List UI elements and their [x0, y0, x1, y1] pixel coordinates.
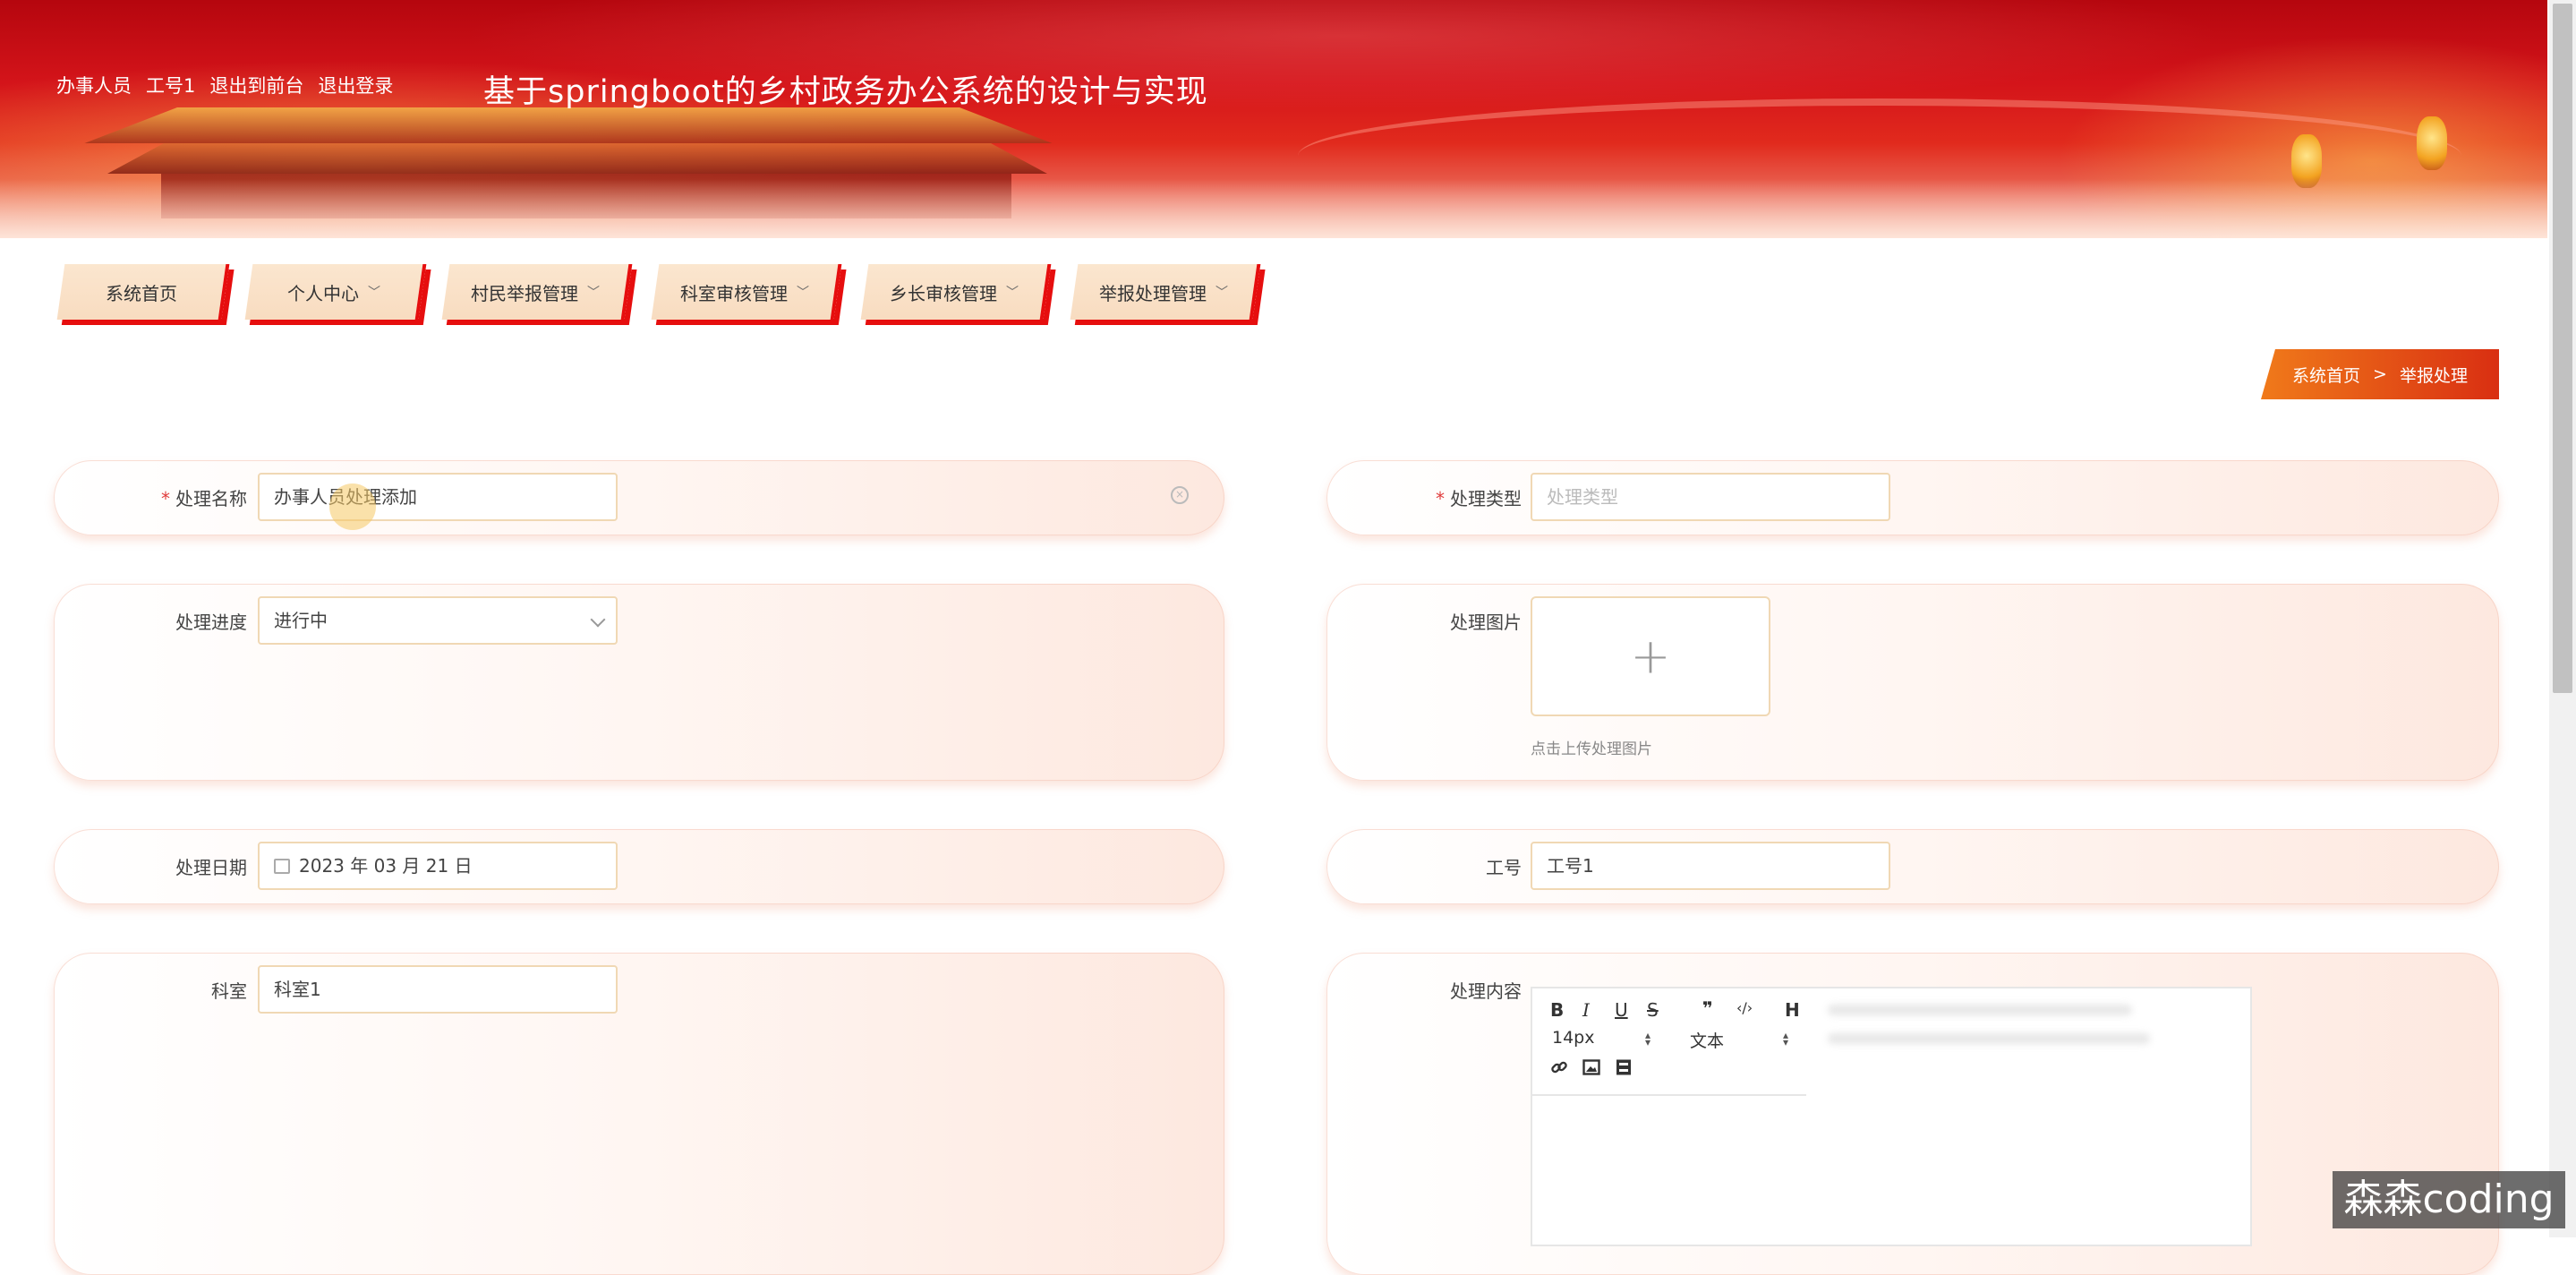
- name-label: * 处理名称: [161, 488, 247, 509]
- chevron-down-icon: ﹀: [1006, 286, 1019, 300]
- nav-item-villager-report[interactable]: 村民举报管理 ﹀: [441, 264, 633, 320]
- logout-link[interactable]: 退出登录: [318, 75, 393, 97]
- bold-button[interactable]: B: [1550, 999, 1564, 1021]
- clear-icon[interactable]: ×: [1171, 486, 1189, 504]
- chevron-down-icon: ﹀: [587, 286, 600, 300]
- progress-select[interactable]: 进行中: [258, 596, 618, 645]
- nav-item-report-handling[interactable]: 举报处理管理 ﹀: [1070, 264, 1261, 320]
- nav-label: 村民举报管理: [471, 282, 578, 304]
- date-label: 处理日期: [175, 857, 247, 878]
- name-input[interactable]: 办事人员处理添加: [258, 473, 618, 521]
- chevron-down-icon: ﹀: [368, 286, 380, 300]
- breadcrumb-current: 举报处理: [2399, 365, 2468, 386]
- back-to-front-link[interactable]: 退出到前台: [209, 75, 303, 97]
- department-label: 科室: [211, 980, 247, 1002]
- image-label: 处理图片: [1450, 612, 1522, 633]
- chevron-down-icon: ﹀: [797, 286, 809, 300]
- type-input[interactable]: 处理类型: [1531, 473, 1890, 521]
- nav-label: 系统首页: [106, 282, 177, 304]
- user-name: 工号1: [146, 75, 196, 97]
- nav-item-home[interactable]: 系统首页: [56, 264, 230, 320]
- breadcrumb-separator: >: [2373, 364, 2387, 384]
- progress-label: 处理进度: [175, 612, 247, 633]
- font-size-select[interactable]: 14px ▴ ▾: [1552, 1028, 1651, 1048]
- code-block-button[interactable]: ‹/›: [1736, 999, 1753, 1016]
- job-no-label: 工号: [1486, 857, 1522, 878]
- content-label: 处理内容: [1450, 980, 1522, 1002]
- nav-label: 科室审核管理: [680, 282, 788, 304]
- strike-button[interactable]: S: [1647, 999, 1659, 1021]
- image-upload-hint: 点击上传处理图片: [1531, 740, 1652, 758]
- gate-tower-roof: [84, 107, 1053, 143]
- underline-button[interactable]: U: [1615, 999, 1628, 1021]
- nav-item-dept-review[interactable]: 科室审核管理 ﹀: [651, 264, 842, 320]
- blurred-toolbar-row: [1828, 1005, 2132, 1015]
- toolbar-divider: [1532, 1094, 1806, 1096]
- video-icon[interactable]: [1615, 1058, 1633, 1081]
- progress-value: 进行中: [274, 610, 328, 631]
- text-style-select[interactable]: 文本 ▴ ▾: [1690, 1028, 1788, 1052]
- gate-tower-roof-lower: [107, 143, 1047, 174]
- image-icon[interactable]: [1582, 1058, 1600, 1081]
- header-banner: [0, 0, 2547, 238]
- nav-label: 个人中心: [287, 282, 359, 304]
- breadcrumb-home[interactable]: 系统首页: [2292, 363, 2360, 387]
- image-upload-button[interactable]: +: [1531, 596, 1770, 716]
- job-no-input[interactable]: 工号1: [1531, 842, 1890, 890]
- italic-button[interactable]: I: [1582, 999, 1590, 1021]
- calendar-icon: [274, 859, 290, 874]
- lantern-icon: [2417, 116, 2447, 170]
- nav-label: 乡长审核管理: [890, 282, 997, 304]
- date-value: 2023 年 03 月 21 日: [299, 855, 473, 877]
- breadcrumb: 系统首页 > 举报处理: [2261, 349, 2499, 399]
- date-picker[interactable]: 2023 年 03 月 21 日: [258, 842, 618, 890]
- type-label: * 处理类型: [1436, 488, 1522, 509]
- rich-text-editor: B I U S ❞ ‹/› H 14px ▴ ▾ 文本 ▴ ▾: [1531, 987, 2252, 1246]
- department-input[interactable]: 科室1: [258, 965, 618, 1014]
- nav-label: 举报处理管理: [1099, 282, 1207, 304]
- mouse-cursor-highlight: [329, 483, 376, 530]
- page-scrollbar[interactable]: [2553, 4, 2572, 693]
- nav-item-township-review[interactable]: 乡长审核管理 ﹀: [860, 264, 1052, 320]
- select-arrows-icon: ▴ ▾: [1644, 1029, 1651, 1048]
- site-title: 基于springboot的乡村政务办公系统的设计与实现: [483, 74, 1208, 110]
- video-watermark: 森森coding: [2333, 1171, 2565, 1228]
- user-bar: 办事人员 工号1 退出到前台 退出登录: [56, 72, 407, 98]
- banner-fade: [0, 179, 2547, 238]
- link-icon[interactable]: [1550, 1058, 1568, 1081]
- blockquote-button[interactable]: ❞: [1702, 997, 1713, 1019]
- header-button[interactable]: H: [1785, 999, 1800, 1021]
- user-role: 办事人员: [56, 75, 132, 97]
- select-arrows-icon: ▴ ▾: [1782, 1029, 1788, 1048]
- blurred-toolbar-row: [1828, 1033, 2150, 1044]
- plus-icon: +: [1630, 628, 1671, 685]
- chevron-down-icon: ﹀: [1215, 286, 1228, 300]
- nav-item-personal-center[interactable]: 个人中心 ﹀: [244, 264, 427, 320]
- chevron-down-icon: [590, 612, 606, 628]
